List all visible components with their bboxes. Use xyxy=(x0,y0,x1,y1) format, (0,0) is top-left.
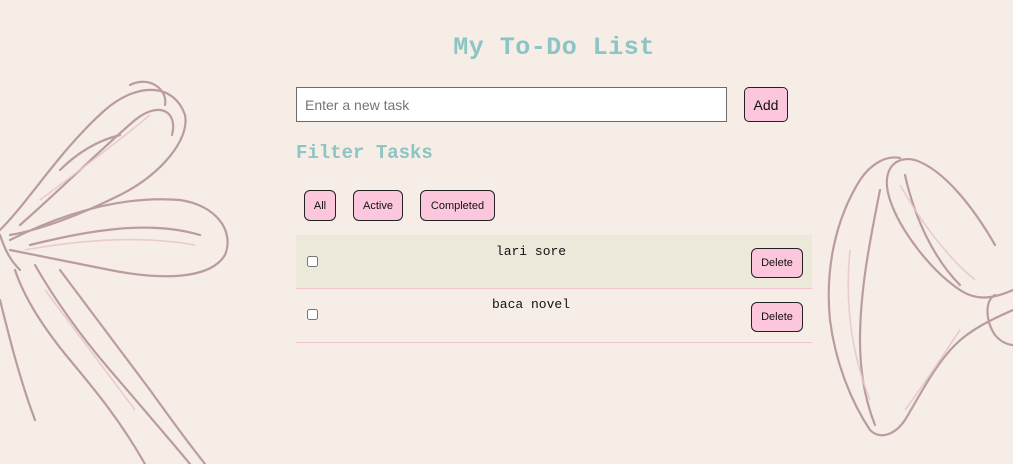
delete-task-button[interactable]: Delete xyxy=(751,302,803,332)
filter-heading: Filter Tasks xyxy=(296,142,433,164)
task-text: lari sore xyxy=(495,244,567,259)
delete-task-button[interactable]: Delete xyxy=(751,248,803,278)
filter-active-button[interactable]: Active xyxy=(353,190,403,221)
add-task-button[interactable]: Add xyxy=(744,87,788,122)
task-text: baca novel xyxy=(491,297,570,312)
filter-all-button[interactable]: All xyxy=(304,190,336,221)
filter-completed-button[interactable]: Completed xyxy=(420,190,495,221)
task-item: baca novel Delete xyxy=(296,289,812,343)
ribbon-bow-background xyxy=(0,80,1013,464)
page-title: My To-Do List xyxy=(453,33,655,62)
task-item: lari sore Delete xyxy=(296,235,812,289)
task-list: lari sore Delete baca novel Delete xyxy=(296,235,812,343)
new-task-input[interactable] xyxy=(296,87,727,122)
